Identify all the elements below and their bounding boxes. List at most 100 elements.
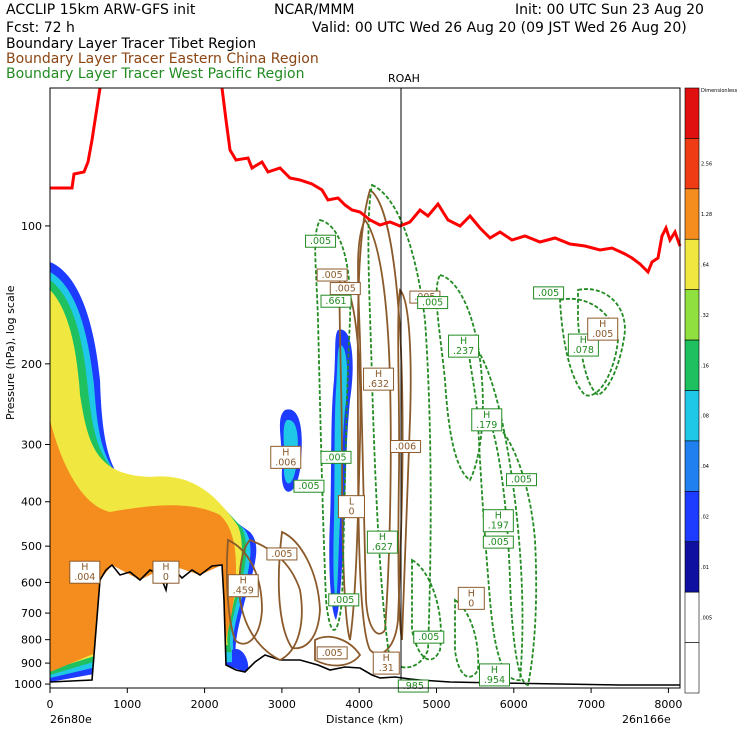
colorbar-swatch [684, 541, 700, 593]
colorbar-level-label: .04 [701, 464, 709, 470]
y-tick-label: 100 [21, 220, 42, 233]
colorbar-level-label: .02 [701, 515, 709, 521]
x-tick-label: 4000 [345, 698, 373, 711]
colorbar-level-label: .005 [701, 615, 712, 621]
legend-tibet: Boundary Layer Tracer Tibet Region [6, 36, 256, 52]
x-tick-label: 5000 [423, 698, 451, 711]
colorbar-swatch [684, 289, 700, 341]
x-tick-label: 3000 [268, 698, 296, 711]
colorbar-level-label: .01 [701, 565, 709, 571]
plot-area: .005.005.005.661.005.005.005H.237H.078H.… [49, 87, 682, 693]
y-tick-label: 400 [21, 496, 42, 509]
contour-label: .005 [413, 630, 445, 644]
contour-label: .005 [305, 234, 337, 248]
contour-label: H .459 [227, 574, 259, 598]
contour-label: H .005 [587, 317, 619, 341]
institution-label: NCAR/MMM [274, 2, 355, 18]
contour-label: H .954 [478, 663, 510, 687]
colorbar-level-label: .32 [701, 313, 709, 319]
contour-label-text: .005 [310, 236, 331, 247]
contour-label: .005 [329, 282, 361, 296]
contour-label-text: .661 [325, 296, 346, 307]
colorbar-swatch [684, 238, 700, 290]
legend-eastern-china: Boundary Layer Tracer Eastern China Regi… [6, 51, 319, 67]
figure-page: ACCLIP 15km ARW-GFS init NCAR/MMM Init: … [0, 0, 740, 740]
contour-label-text: .005 [322, 648, 343, 659]
y-tick-label: 1000 [14, 678, 42, 691]
contour-label: .985 [397, 679, 429, 693]
valid-time: Valid: 00 UTC Wed 26 Aug 20 (09 JST Wed … [312, 20, 687, 36]
contour-label: H0 [152, 560, 180, 584]
contour-label-text: H0 [162, 562, 169, 583]
contour-label-text: .005 [538, 288, 559, 299]
contour-label-text: H0 [468, 588, 475, 609]
colorbar-swatch [684, 591, 700, 643]
contour-label: .005 [482, 535, 514, 549]
x-tick-label: 7000 [577, 698, 605, 711]
y-axis: 100 200 300 400 500 600 700 800 900 1000 [14, 220, 50, 691]
init-time: Init: 00 UTC Sun 23 Aug 20 [515, 2, 704, 18]
contour-label: .005 [266, 547, 298, 561]
station-label: ROAH [388, 72, 420, 85]
contour-label: .005 [328, 593, 360, 607]
contour-label: .661 [320, 294, 352, 308]
colorbar-swatch [684, 138, 700, 190]
y-tick-label: 900 [21, 657, 42, 670]
contour-label-text: .005 [422, 298, 443, 309]
x-start-label: 26n80e [50, 713, 92, 726]
x-tick-label: 6000 [500, 698, 528, 711]
colorbar-swatch [684, 491, 700, 543]
contour-label-text: .005 [298, 481, 319, 492]
contour-label: H .179 [471, 408, 503, 432]
contour-label: L0 [337, 495, 365, 519]
contour-label: H .627 [366, 530, 398, 554]
colorbar-level-label: .16 [701, 363, 709, 369]
colorbar-swatch [684, 440, 700, 492]
x-tick-label: 2000 [191, 698, 219, 711]
x-tick-label: 8000 [654, 698, 682, 711]
colorbar-level-label: .64 [701, 262, 709, 268]
contour-label: .005 [417, 296, 449, 310]
legend-west-pacific: Boundary Layer Tracer West Pacific Regio… [6, 66, 304, 82]
contour-label-text: .005 [325, 452, 346, 463]
colorbar-top-label: Dimensionless [701, 88, 738, 94]
y-tick-label: 300 [21, 439, 42, 452]
colorbar-level-label: .08 [701, 414, 709, 420]
contour-label: H .197 [482, 509, 514, 533]
contour-label: H .31 [372, 651, 400, 675]
contour-label: .005 [533, 286, 565, 300]
contour-label: .006 [390, 439, 422, 453]
contour-label: H0 [457, 586, 485, 610]
contour-label: H .004 [69, 560, 101, 584]
colorbar: Dimensionless 2.56 1.28 .64 .32 .16 .08 .04 .02.… [684, 87, 738, 694]
y-tick-label: 800 [21, 634, 42, 647]
contour-label: H .237 [448, 334, 480, 358]
contour-label-text: .005 [333, 595, 354, 606]
y-tick-label: 200 [21, 358, 42, 371]
x-axis-title: Distance (km) [326, 713, 403, 726]
y-tick-label: 700 [21, 607, 42, 620]
contour-label-text: .005 [271, 549, 292, 560]
contour-label: .005 [316, 646, 348, 660]
x-tick-label: 0 [47, 698, 54, 711]
contour-label-text: .005 [488, 537, 509, 548]
x-tick-label: 1000 [113, 698, 141, 711]
colorbar-level-label: 2.56 [701, 162, 712, 168]
colorbar-level-label: 1.28 [701, 212, 712, 218]
contour-label-text: .005 [511, 475, 532, 486]
y-axis-title: Pressure (hPa), log scale [4, 285, 17, 420]
y-tick-label: 600 [21, 576, 42, 589]
cross-section-figure: ACCLIP 15km ARW-GFS init NCAR/MMM Init: … [4, 2, 738, 726]
contour-label: H .006 [270, 445, 302, 469]
y-tick-label: 500 [21, 540, 42, 553]
colorbar-swatch [684, 87, 700, 139]
contour-label: .005 [316, 268, 348, 282]
colorbar-swatch [684, 339, 700, 391]
colorbar-swatch [684, 642, 700, 694]
contour-label: .005 [293, 479, 325, 493]
colorbar-swatch [684, 188, 700, 240]
contour-label: H .632 [363, 367, 395, 391]
contour-label-text: .005 [418, 632, 439, 643]
contour-label-text: .005 [322, 270, 343, 281]
contour-label-text: L0 [348, 497, 354, 518]
